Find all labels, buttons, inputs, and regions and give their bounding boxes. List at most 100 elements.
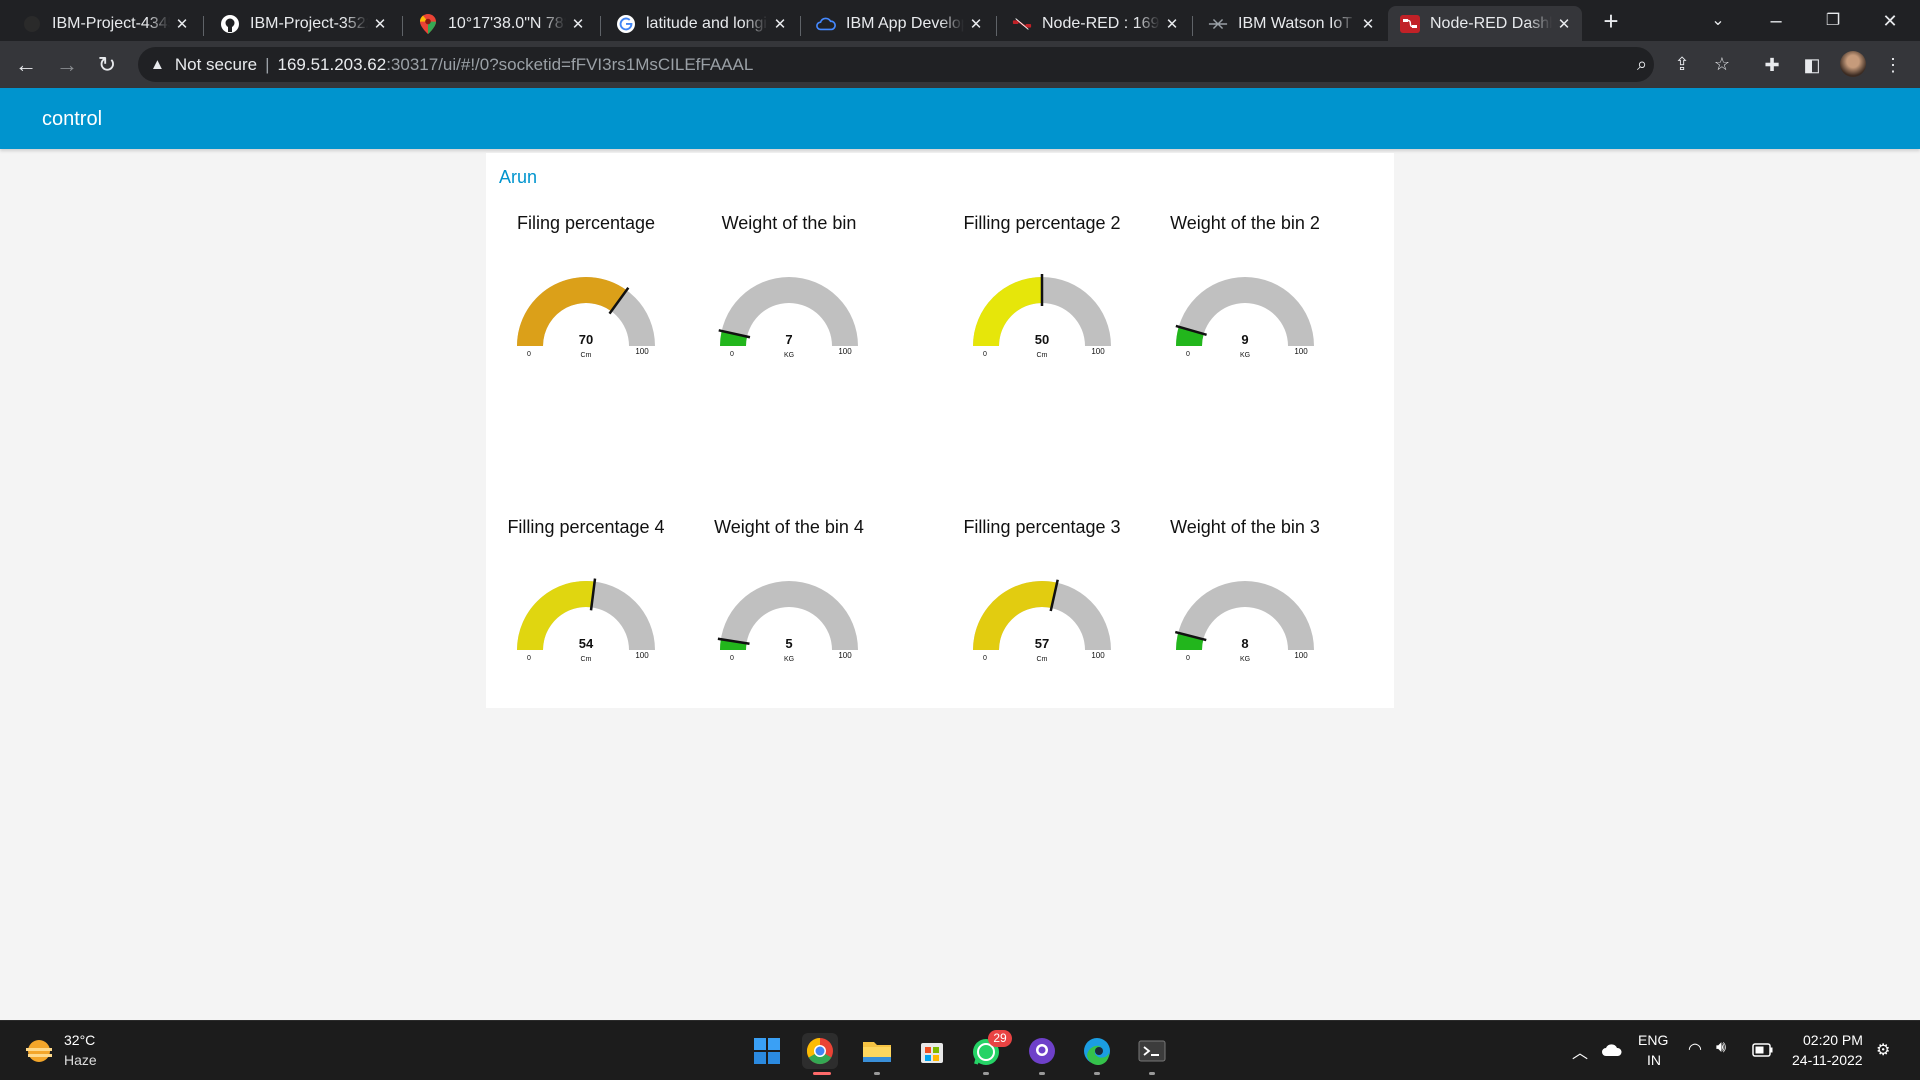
close-icon[interactable]: ✕ — [170, 15, 194, 33]
window-close-icon[interactable]: ✕ — [1872, 6, 1908, 36]
gauge-max: 100 — [635, 651, 649, 660]
zoom-icon[interactable]: ⌕ — [1628, 54, 1656, 75]
bookmark-star-icon[interactable]: ☆ — [1708, 54, 1736, 75]
gauge-svg: 70 Cm 0 100 — [517, 277, 655, 359]
watson-iot-icon — [1208, 14, 1228, 34]
close-icon[interactable]: ✕ — [566, 15, 590, 33]
forward-icon[interactable]: → — [51, 49, 83, 81]
language-line2[interactable]: IN — [1647, 1052, 1661, 1068]
store-icon[interactable] — [914, 1033, 950, 1069]
tab-separator — [1192, 16, 1193, 36]
menu-icon[interactable]: ⋮ — [1878, 55, 1908, 76]
gauge-filling-percentage-4: Filling percentage 4 54 Cm 0 100 — [486, 517, 686, 677]
close-icon[interactable]: ✕ — [368, 15, 392, 33]
url-host: 169.51.203.62 — [277, 54, 387, 74]
tab-search-icon[interactable]: ⌄ — [1700, 6, 1736, 36]
tab-ibm-project-3522[interactable]: IBM-Project-3522 ✕ — [208, 6, 398, 41]
running-indicator — [983, 1072, 989, 1075]
gauge-max: 100 — [1294, 347, 1308, 356]
gauge-max: 100 — [838, 651, 852, 660]
windows-taskbar: 32°C Haze 29 ︿ ENG IN ◠ 🔊︎ 02:20 PM 24-1… — [0, 1020, 1920, 1080]
tab-title: latitude and longi — [646, 14, 767, 32]
ibm-cloud-icon — [816, 14, 836, 34]
show-hidden-icons-icon[interactable]: ︿ — [1572, 1039, 1588, 1063]
tab-title: 10°17'38.0"N 78° — [448, 14, 566, 32]
running-indicator — [1149, 1072, 1155, 1075]
browser-toolbar: ← → ↻ ▲ Not secure | 169.51.203.62:30317… — [0, 41, 1920, 88]
back-icon[interactable]: ← — [10, 49, 42, 81]
gauge-min: 0 — [983, 351, 987, 358]
running-indicator — [1094, 1072, 1100, 1075]
gauge-svg: 54 Cm 0 100 — [517, 578, 655, 663]
start-icon[interactable] — [749, 1033, 785, 1069]
extensions-icon[interactable]: ✚ — [1757, 55, 1787, 76]
tab-ibm-watson-iot[interactable]: IBM Watson IoT P ✕ — [1196, 6, 1386, 41]
gauge-units: Cm — [1037, 656, 1048, 663]
gauge-units: Cm — [581, 352, 592, 359]
close-icon[interactable]: ✕ — [1356, 15, 1380, 33]
gauge-svg: 57 Cm 0 100 — [973, 579, 1111, 663]
gauge-min: 0 — [730, 351, 734, 358]
volume-icon[interactable]: 🔊︎ — [1716, 1039, 1726, 1057]
tab-title: Node-RED Dashb — [1430, 14, 1552, 32]
address-bar[interactable]: ▲ Not secure | 169.51.203.62:30317/ui/#!… — [138, 47, 1730, 82]
browser-tab-strip: IBM-Project-4345 ✕ IBM-Project-3522 ✕ 10… — [0, 0, 1920, 41]
gauge-min: 0 — [527, 351, 531, 358]
gauge-value: 54 — [579, 636, 594, 651]
edge-icon[interactable] — [1079, 1033, 1115, 1069]
warning-icon: ▲ — [150, 56, 165, 73]
google-icon — [616, 14, 636, 34]
gauge-svg: 7 KG 0 100 — [718, 277, 858, 359]
gauge-svg: 9 KG 0 100 — [1175, 277, 1314, 359]
dashboard-group-card: Arun Filing percentage 70 Cm 0 100 Weight o… — [486, 153, 1394, 708]
tab-separator — [800, 16, 801, 36]
gauge-max: 100 — [1294, 651, 1308, 660]
tab-separator — [600, 16, 601, 36]
gauge-units: KG — [784, 352, 794, 359]
tab-node-red-editor[interactable]: Node-RED : 169.5 ✕ — [1000, 6, 1190, 41]
close-icon[interactable]: ✕ — [964, 15, 988, 33]
page-title: control — [42, 108, 103, 130]
notifications-icon[interactable]: ⚙ — [1876, 1040, 1890, 1060]
wifi-icon[interactable]: ◠ — [1688, 1039, 1702, 1059]
battery-icon[interactable] — [1752, 1043, 1774, 1062]
gauge-min: 0 — [1186, 351, 1190, 358]
close-icon[interactable]: ✕ — [768, 15, 792, 33]
gauge-max: 100 — [1091, 347, 1105, 356]
terminal-icon[interactable] — [1134, 1033, 1170, 1069]
divider: | — [265, 54, 270, 74]
clock-date[interactable]: 24-11-2022 — [1792, 1052, 1863, 1068]
new-tab-icon[interactable]: + — [1593, 6, 1629, 36]
tab-maps-coordinates[interactable]: 10°17'38.0"N 78° ✕ — [406, 6, 596, 41]
minimize-icon[interactable]: – — [1758, 6, 1794, 36]
tab-title: IBM-Project-3522 — [250, 14, 368, 32]
security-status: Not secure — [174, 54, 258, 74]
clock-time[interactable]: 02:20 PM — [1803, 1032, 1863, 1048]
gauge-max: 100 — [838, 347, 852, 356]
gauge-filing-percentage: Filing percentage 70 Cm 0 100 — [486, 213, 686, 373]
onedrive-icon[interactable] — [1601, 1043, 1623, 1062]
close-icon[interactable]: ✕ — [1552, 15, 1576, 33]
close-icon[interactable]: ✕ — [1160, 15, 1184, 33]
github-desktop-icon[interactable] — [1024, 1033, 1060, 1069]
file-explorer-icon[interactable] — [859, 1033, 895, 1069]
gauge-min: 0 — [1186, 655, 1190, 662]
tab-ibm-app-developer[interactable]: IBM App Develop ✕ — [804, 6, 994, 41]
tab-title: IBM Watson IoT P — [1238, 14, 1356, 32]
chrome-icon[interactable] — [802, 1033, 838, 1069]
gauge-filling-percentage-3: Filling percentage 3 57 Cm 0 100 — [942, 517, 1142, 677]
tab-google-search[interactable]: latitude and longi ✕ — [604, 6, 798, 41]
restore-icon[interactable]: ❐ — [1815, 6, 1851, 36]
tab-node-red-dashboard[interactable]: Node-RED Dashb ✕ — [1388, 6, 1582, 41]
gauge-value: 9 — [1241, 332, 1248, 347]
tab-ibm-project-4345[interactable]: IBM-Project-4345 ✕ — [10, 6, 200, 41]
avatar[interactable] — [1840, 51, 1866, 77]
reload-icon[interactable]: ↻ — [91, 49, 123, 81]
gauge-units: KG — [1240, 352, 1250, 359]
side-panel-icon[interactable]: ◧ — [1797, 55, 1827, 76]
gauge-value: 7 — [785, 332, 792, 347]
weather-icon[interactable] — [22, 1034, 56, 1068]
share-icon[interactable]: ⇪ — [1668, 54, 1696, 75]
language-line1[interactable]: ENG — [1638, 1032, 1668, 1048]
gauge-max: 100 — [1091, 651, 1105, 660]
